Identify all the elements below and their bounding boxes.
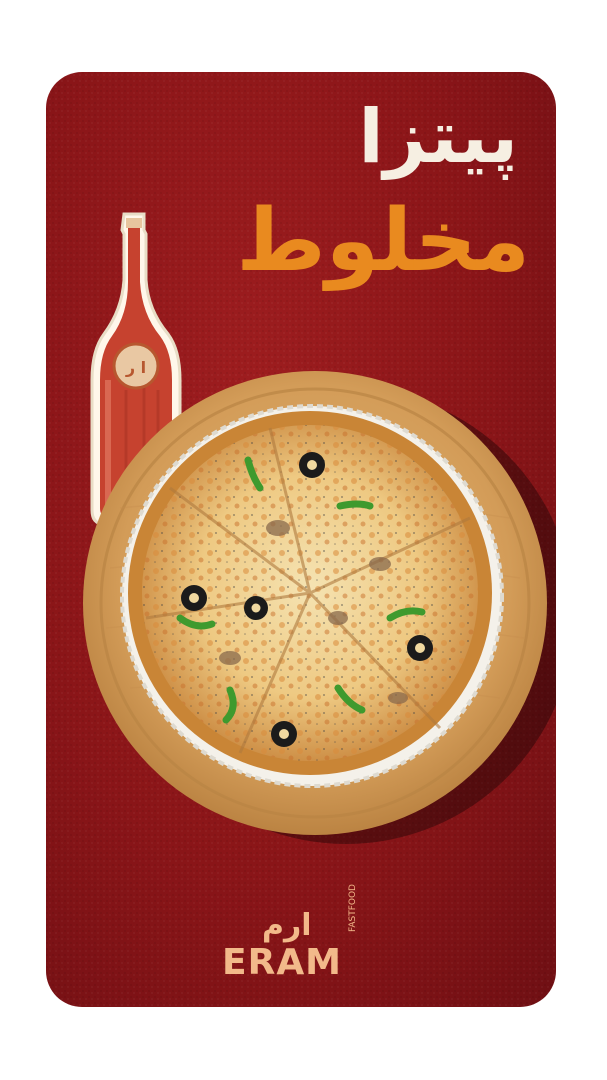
pizza-icon [128, 411, 492, 775]
brand-name-fa: ارم [262, 908, 312, 943]
title-pizza: پیتزا [358, 94, 518, 180]
poster-card: پیتزا مخلوط ا ر ارم ERAM FASTFOOD [46, 72, 556, 1007]
brand-logo: ارم ERAM FASTFOOD [222, 884, 392, 988]
title-mixed: مخلوط [236, 191, 530, 291]
brand-name-en: ERAM [222, 942, 342, 983]
brand-tagline: FASTFOOD [348, 884, 358, 932]
pizza-board [83, 371, 547, 835]
